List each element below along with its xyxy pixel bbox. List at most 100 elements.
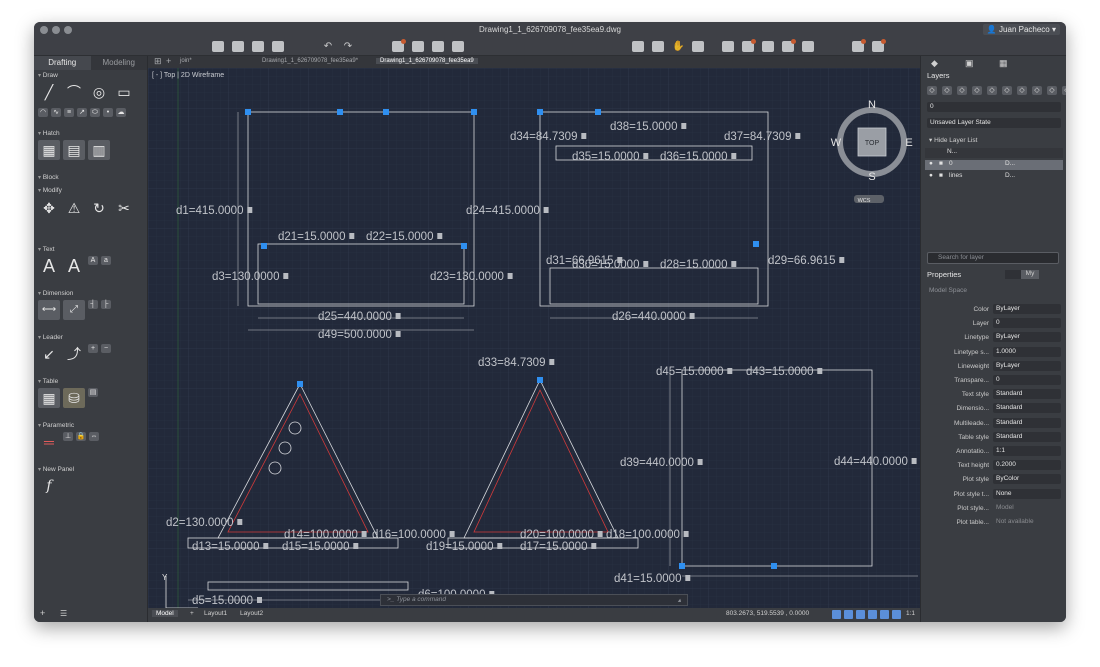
- layer-visible-icon[interactable]: ●: [929, 160, 933, 167]
- dimension-label[interactable]: d1=415.0000: [176, 205, 243, 217]
- section-hatch[interactable]: Hatch: [38, 130, 60, 137]
- layer-state-select[interactable]: Unsaved Layer State: [927, 118, 1061, 130]
- table-style-icon[interactable]: ▤: [88, 388, 98, 397]
- ortho-toggle-icon[interactable]: [856, 610, 865, 619]
- property-row[interactable]: Plot style ByColor: [927, 474, 1061, 486]
- osnap-toggle-icon[interactable]: [880, 610, 889, 619]
- section-dimension[interactable]: Dimension: [38, 290, 74, 297]
- viewport-controls[interactable]: [ - ] Top | 2D Wireframe: [152, 72, 224, 79]
- dimension-label[interactable]: d19=15.0000: [426, 541, 493, 553]
- dimension-label[interactable]: d36=15.0000: [660, 151, 727, 163]
- grip-handle[interactable]: [595, 109, 601, 115]
- layer-lock-icon[interactable]: ■: [939, 172, 943, 179]
- tab-drawing-modified[interactable]: Drawing1_1_626709078_fee35ea9*: [258, 58, 362, 64]
- zoom-icon[interactable]: [652, 41, 664, 52]
- layer-isolate-icon[interactable]: ◇: [1032, 86, 1042, 95]
- property-value[interactable]: Model: [993, 503, 1061, 513]
- snap-toggle-icon[interactable]: [844, 610, 853, 619]
- baseline-dim-icon[interactable]: ┤: [88, 300, 98, 309]
- linear-dim-icon[interactable]: ⟷: [38, 300, 60, 320]
- property-value[interactable]: Not available: [993, 517, 1061, 527]
- compass-south[interactable]: S: [868, 171, 875, 183]
- layer-walk-icon[interactable]: [742, 39, 756, 52]
- layer-visible-icon[interactable]: ●: [929, 172, 933, 179]
- dimension-label[interactable]: d45=15.0000: [656, 366, 723, 378]
- dimension-label[interactable]: d33=84.7309: [478, 357, 545, 369]
- layer-properties-icon[interactable]: [722, 41, 734, 52]
- add-leader-icon[interactable]: +: [88, 344, 98, 353]
- export-icon[interactable]: [452, 41, 464, 52]
- grip-handle[interactable]: [537, 377, 543, 383]
- compass-west[interactable]: W: [831, 137, 842, 149]
- property-value[interactable]: None: [993, 488, 1061, 499]
- dimension-label[interactable]: d18=100.0000: [606, 529, 680, 541]
- rotate-icon[interactable]: ↻: [88, 198, 110, 218]
- palette-menu-icon[interactable]: ☰: [60, 609, 67, 618]
- spline-icon[interactable]: ∿: [51, 108, 61, 117]
- attach-icon[interactable]: [872, 39, 886, 52]
- function-icon[interactable]: f: [38, 476, 60, 496]
- command-line[interactable]: >_ Type a command ▴: [380, 594, 688, 606]
- dimension-label[interactable]: d23=130.0000: [430, 271, 504, 283]
- layer-match-icon[interactable]: ◇: [1002, 86, 1012, 95]
- table-palette-icon[interactable]: ▦: [999, 58, 1008, 69]
- tab-join[interactable]: join*: [176, 58, 196, 64]
- property-value[interactable]: Standard: [993, 417, 1061, 428]
- compass-east[interactable]: E: [905, 137, 912, 149]
- table-icon[interactable]: ▦: [38, 388, 60, 408]
- dimension-label[interactable]: d39=440.0000: [620, 457, 694, 469]
- section-leader[interactable]: Leader: [38, 334, 63, 341]
- layer-settings-icon[interactable]: ◇: [1062, 86, 1066, 95]
- hatch-line-icon[interactable]: ≡: [64, 108, 74, 117]
- lock-icon[interactable]: 🔒: [76, 432, 86, 441]
- property-row[interactable]: Text style Standard: [927, 389, 1061, 401]
- dimension-label[interactable]: d25=440.0000: [318, 311, 392, 323]
- dimension-label[interactable]: d37=84.7309: [724, 131, 791, 143]
- remove-leader-icon[interactable]: −: [101, 344, 111, 353]
- section-block[interactable]: Block: [38, 174, 59, 181]
- properties-tab-my[interactable]: My: [1021, 270, 1039, 279]
- dimension-label[interactable]: d26=440.0000: [612, 311, 686, 323]
- circle-icon[interactable]: ◎: [88, 82, 110, 102]
- tab-drawing-active[interactable]: Drawing1_1_626709078_fee35ea9: [376, 58, 478, 64]
- pan-icon[interactable]: ✋: [672, 41, 684, 52]
- layer-previous-icon[interactable]: ◇: [1017, 86, 1027, 95]
- property-value[interactable]: ByLayer: [993, 332, 1061, 343]
- delete-layer-icon[interactable]: ◇: [942, 86, 952, 95]
- auto-constrain-icon[interactable]: ⊥: [63, 432, 73, 441]
- layer-filter-icon[interactable]: ◇: [987, 86, 997, 95]
- dimension-label[interactable]: d35=15.0000: [572, 151, 639, 163]
- polyline-icon[interactable]: ⌒: [63, 82, 85, 102]
- grip-handle[interactable]: [679, 563, 685, 569]
- new-file-icon[interactable]: [212, 41, 224, 52]
- grip-handle[interactable]: [261, 243, 267, 249]
- property-row[interactable]: Plot style... Model: [927, 503, 1061, 515]
- property-value[interactable]: 1.0000: [993, 346, 1061, 357]
- annotation-scale[interactable]: 1:1: [906, 610, 915, 617]
- grip-handle[interactable]: [383, 109, 389, 115]
- tab-modeling[interactable]: Modeling: [90, 56, 147, 70]
- layer-row-lines[interactable]: ● ■ lines D...: [925, 172, 1063, 182]
- block-palette-icon[interactable]: ▣: [965, 58, 974, 69]
- property-row[interactable]: Color ByLayer: [927, 304, 1061, 316]
- revcloud-icon[interactable]: ☁: [116, 108, 126, 117]
- grip-handle[interactable]: [753, 241, 759, 247]
- command-history-icon[interactable]: ▴: [678, 596, 681, 604]
- dimension-label[interactable]: d2=130.0000: [166, 517, 233, 529]
- layer-unisolate-icon[interactable]: ◇: [1047, 86, 1057, 95]
- property-value[interactable]: 0.2000: [993, 460, 1061, 471]
- compass-north[interactable]: N: [868, 99, 876, 111]
- layer-lock-icon[interactable]: [802, 41, 814, 52]
- external-ref-icon[interactable]: [852, 39, 866, 52]
- viewcube-top-label[interactable]: TOP: [865, 140, 880, 147]
- dimension-label[interactable]: d34=84.7309: [510, 131, 577, 143]
- property-value[interactable]: 0: [993, 318, 1061, 329]
- property-row[interactable]: Lineweight ByLayer: [927, 360, 1061, 373]
- move-icon[interactable]: ✥: [38, 198, 60, 218]
- publish-icon[interactable]: [432, 41, 444, 52]
- command-input[interactable]: Type a command: [396, 596, 446, 603]
- data-link-icon[interactable]: ⛁: [63, 388, 85, 408]
- leader-line-icon[interactable]: ⤴: [63, 344, 85, 364]
- dim-constraint-icon[interactable]: ⇔: [89, 432, 99, 441]
- drawing-canvas[interactable]: Y d1=415.0000 d2=130.0000 d3=130.0000 d13=1…: [148, 68, 920, 609]
